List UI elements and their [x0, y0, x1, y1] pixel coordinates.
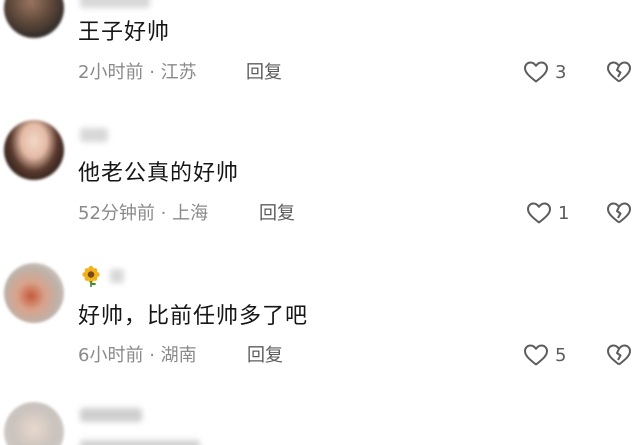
heart-outline-icon — [526, 201, 552, 225]
comment-time: 6小时前 — [78, 345, 144, 366]
comment-meta: 52分钟前 · 上海 — [78, 202, 208, 226]
dislike-button[interactable] — [606, 343, 632, 367]
like-count: 5 — [555, 344, 567, 366]
comment-text-blurred — [80, 440, 200, 445]
heart-outline-icon — [523, 60, 549, 84]
like-button[interactable]: 1 — [526, 201, 569, 225]
reply-button[interactable]: 回复 — [246, 61, 282, 85]
broken-heart-icon — [606, 60, 632, 84]
like-count: 3 — [555, 61, 567, 83]
comment-item — [0, 380, 636, 445]
meta-separator: · — [149, 62, 155, 83]
comment-item: 他老公真的好帅 52分钟前 · 上海 回复 1 — [0, 100, 636, 240]
avatar[interactable] — [4, 263, 64, 323]
comment-meta: 6小时前 · 湖南 — [78, 344, 197, 368]
broken-heart-icon — [606, 343, 632, 367]
avatar[interactable] — [4, 402, 64, 445]
comment-location: 江苏 — [160, 62, 197, 83]
like-button[interactable]: 3 — [523, 60, 566, 84]
avatar[interactable] — [4, 120, 64, 180]
comment-time: 52分钟前 — [78, 203, 155, 224]
dislike-button[interactable] — [606, 201, 632, 225]
broken-heart-icon — [606, 201, 632, 225]
meta-separator: · — [149, 345, 155, 366]
comment-text: 王子好帅 — [78, 20, 171, 45]
comment-meta: 2小时前 · 江苏 — [78, 61, 197, 85]
like-button[interactable]: 5 — [523, 343, 566, 367]
comment-location: 上海 — [172, 203, 209, 224]
heart-outline-icon — [523, 343, 549, 367]
comment-item: 王子好帅 2小时前 · 江苏 回复 3 — [0, 0, 636, 100]
username-blurred[interactable] — [80, 0, 150, 8]
like-count: 1 — [558, 202, 570, 224]
reply-button[interactable]: 回复 — [259, 202, 295, 226]
username-blurred[interactable] — [80, 408, 142, 422]
meta-separator: · — [160, 203, 167, 224]
sunflower-icon — [82, 265, 100, 287]
comment-location: 湖南 — [160, 345, 197, 366]
comment-time: 2小时前 — [78, 62, 144, 83]
username-blurred[interactable] — [110, 269, 124, 283]
comments-page: 王子好帅 2小时前 · 江苏 回复 3 他老公真的好帅 52分钟前 · 上海 回… — [0, 0, 636, 445]
username-blurred[interactable] — [80, 128, 108, 142]
reply-button[interactable]: 回复 — [247, 344, 283, 368]
comment-item: 好帅，比前任帅多了吧 6小时前 · 湖南 回复 5 — [0, 240, 636, 380]
comment-text: 他老公真的好帅 — [78, 161, 240, 186]
dislike-button[interactable] — [606, 60, 632, 84]
avatar[interactable] — [4, 0, 64, 38]
comment-text: 好帅，比前任帅多了吧 — [78, 304, 309, 329]
